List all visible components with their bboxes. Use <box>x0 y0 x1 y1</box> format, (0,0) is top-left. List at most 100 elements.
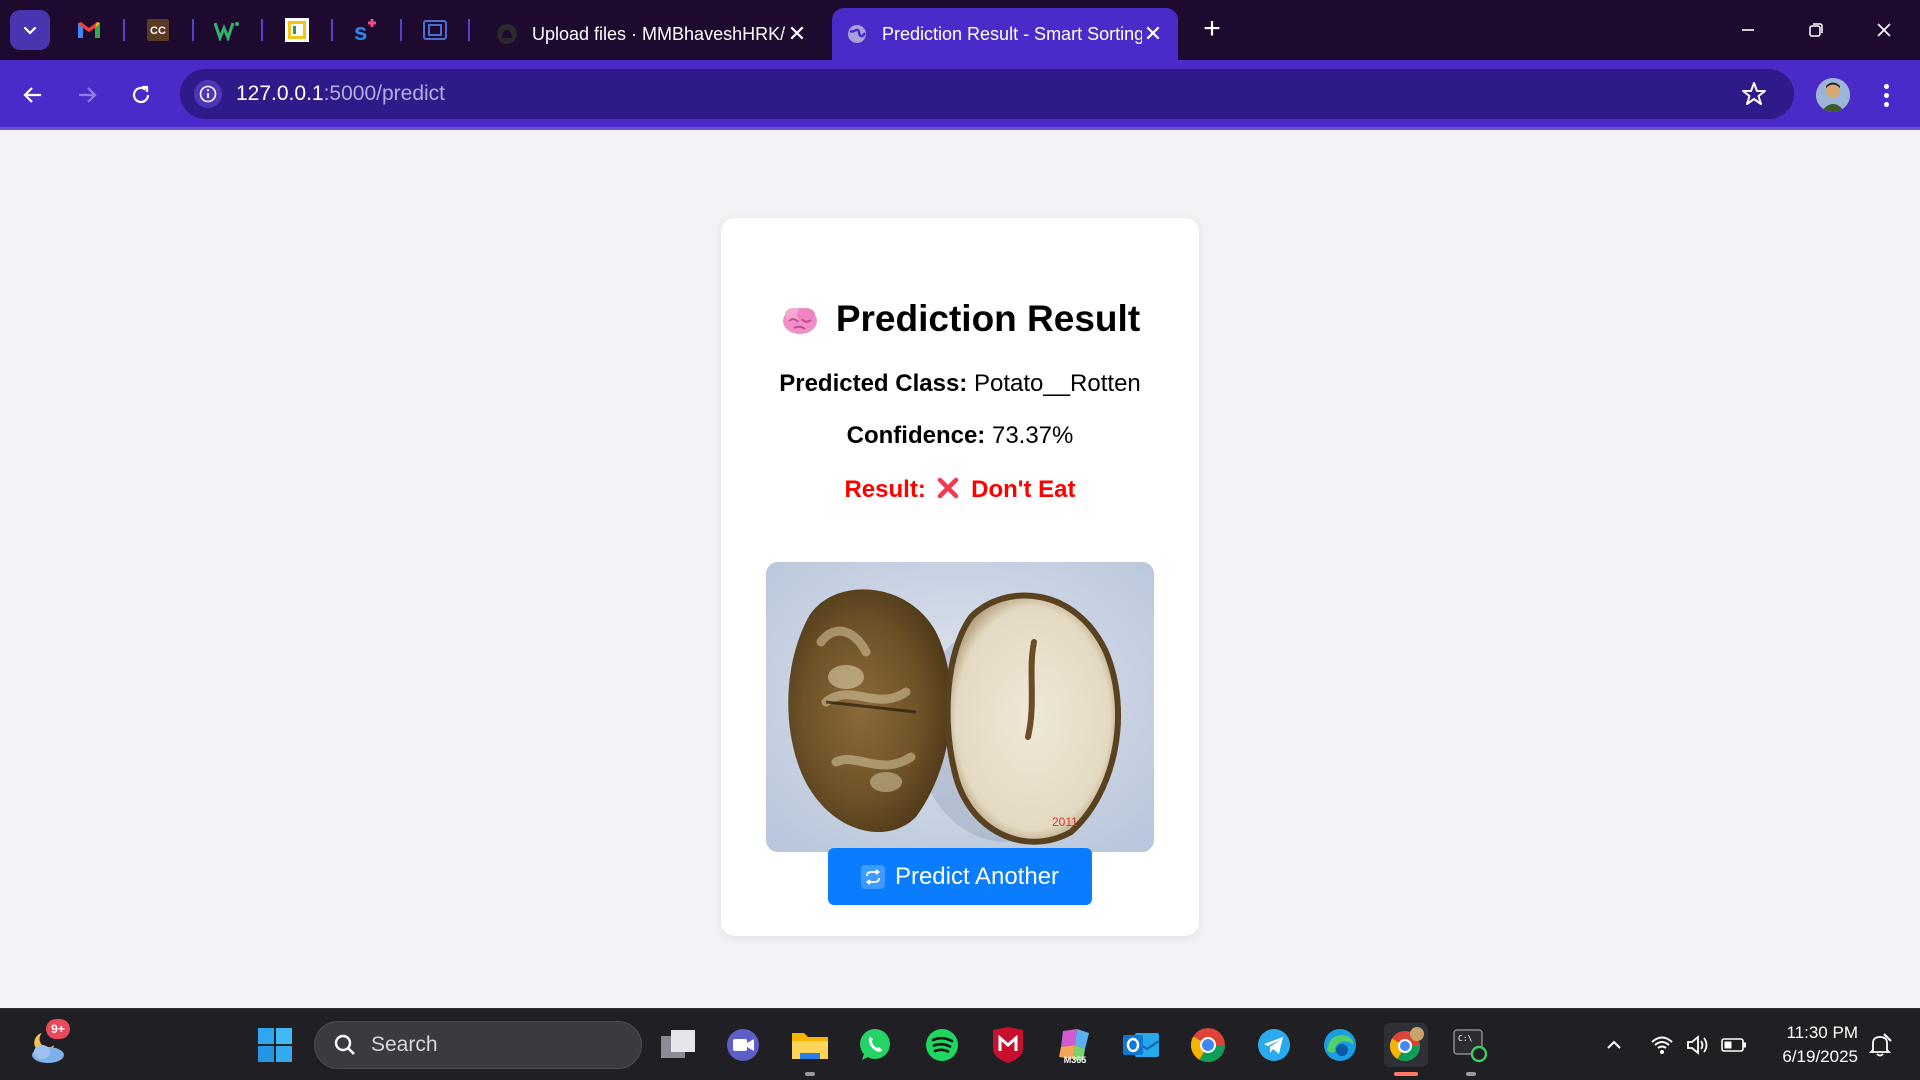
close-tab-icon[interactable]: ✕ <box>786 23 808 45</box>
pinned-tab-s-plus[interactable]: s <box>351 14 381 46</box>
pinned-tab-cc[interactable]: CC <box>143 14 173 46</box>
svg-text:C:\: C:\ <box>1458 1034 1473 1043</box>
taskbar-app-terminal[interactable]: C:\ <box>1448 1023 1492 1067</box>
taskbar-app-chrome-profile[interactable] <box>1384 1023 1428 1067</box>
running-indicator <box>1466 1072 1476 1076</box>
brain-icon <box>782 308 817 334</box>
arrow-right-icon <box>79 87 97 103</box>
taskbar-app-edge[interactable] <box>1318 1023 1362 1067</box>
close-window-button[interactable] <box>1866 14 1902 46</box>
taskbar-app-telegram[interactable] <box>1252 1023 1296 1067</box>
restore-button[interactable] <box>1798 14 1834 46</box>
taskbar-app-meet[interactable] <box>721 1023 765 1067</box>
tab-divider <box>261 19 263 41</box>
tab-title: Prediction Result - Smart Sorting <box>882 23 1142 44</box>
window-icon <box>423 20 447 40</box>
taskbar-app-spotify[interactable] <box>920 1023 964 1067</box>
photo-stamp: 2011 <box>1052 815 1078 829</box>
bookmark-star-icon[interactable] <box>1740 80 1768 108</box>
search-placeholder: Search <box>371 1033 438 1056</box>
profile-avatar[interactable] <box>1816 78 1850 112</box>
taskbar-app-file-explorer[interactable] <box>788 1023 832 1067</box>
spotify-icon <box>926 1029 958 1061</box>
predicted-class-label: Predicted Class: <box>779 370 968 397</box>
pinned-tab-gmail[interactable] <box>74 14 104 46</box>
back-button[interactable] <box>16 78 50 112</box>
result-value: Don't Eat <box>971 476 1076 503</box>
address-bar[interactable]: 127.0.0.1:5000/predict <box>180 69 1794 119</box>
taskbar-app-whatsapp[interactable] <box>853 1023 897 1067</box>
pinned-tab-w[interactable] <box>212 14 242 46</box>
site-info-icon[interactable] <box>194 80 222 108</box>
outlook-icon <box>1123 1033 1160 1057</box>
repeat-icon <box>860 864 885 889</box>
battery-status[interactable] <box>1720 1031 1748 1059</box>
tab-divider <box>123 19 125 41</box>
browser-menu-button[interactable] <box>1872 78 1900 112</box>
windows-taskbar: 9+ Search M365 C:\ 11:30 PM 6/19/2025 <box>0 1008 1920 1080</box>
active-app-indicator <box>1394 1072 1418 1076</box>
start-button[interactable] <box>253 1023 297 1067</box>
show-hidden-icons-button[interactable] <box>1600 1031 1628 1059</box>
url-host: 127.0.0.1 <box>236 82 324 105</box>
avatar-icon <box>1816 78 1850 112</box>
chevron-up-icon <box>1607 1040 1621 1049</box>
uploaded-potato-image: 2011 <box>766 562 1154 852</box>
tab-search-button[interactable] <box>10 10 50 50</box>
chevron-down-icon <box>23 26 37 35</box>
m365-icon: M365 <box>1059 1029 1089 1065</box>
restore-icon <box>1809 23 1823 37</box>
wifi-status[interactable] <box>1648 1031 1676 1059</box>
confidence-label: Confidence: <box>846 422 986 449</box>
title-text: Prediction Result <box>835 298 1141 339</box>
tab-upload-files[interactable]: Upload files · MMBhaveshHRK/ ✕ <box>482 8 822 60</box>
clock-date: 6/19/2025 <box>1782 1047 1858 1066</box>
search-icon <box>334 1034 355 1055</box>
reload-button[interactable] <box>124 78 158 112</box>
taskbar-app-outlook[interactable] <box>1119 1023 1163 1067</box>
m365-label: M365 <box>1064 1055 1087 1065</box>
chrome-icon <box>1190 1028 1225 1062</box>
predict-another-button[interactable]: Predict Another <box>828 848 1092 905</box>
reload-icon <box>132 85 150 104</box>
tab-divider <box>192 19 194 41</box>
windows-logo-icon <box>258 1028 292 1062</box>
terminal-icon: C:\ <box>1453 1029 1488 1063</box>
task-view-button[interactable] <box>656 1023 700 1067</box>
close-tab-icon[interactable]: ✕ <box>1142 23 1164 45</box>
url-path: :5000/predict <box>323 82 446 105</box>
new-tab-button[interactable]: + <box>1196 14 1228 46</box>
wifi-icon <box>1651 1036 1673 1054</box>
result-label: Result: <box>844 476 926 503</box>
predict-another-label: Predict Another <box>894 862 1060 890</box>
gmail-icon <box>78 22 100 38</box>
tab-divider <box>468 19 470 41</box>
w-icon <box>214 22 239 41</box>
predicted-class-value: Potato__Rotten <box>973 370 1141 397</box>
taskbar-app-mcafee[interactable] <box>986 1023 1030 1067</box>
forward-button[interactable] <box>70 78 104 112</box>
spreadsheet-icon <box>285 18 309 42</box>
pinned-tab-window[interactable] <box>420 14 450 46</box>
taskbar-search[interactable]: Search <box>314 1021 642 1069</box>
folder-icon <box>792 1033 828 1059</box>
system-clock[interactable]: 11:30 PM 6/19/2025 <box>1762 1021 1858 1069</box>
taskbar-app-m365[interactable]: M365 <box>1053 1023 1097 1067</box>
pinned-tab-spreadsheet[interactable] <box>282 14 312 46</box>
confidence-line: Confidence: 73.37% <box>721 422 1199 450</box>
notification-center[interactable] <box>1866 1031 1894 1059</box>
svg-text:CC: CC <box>150 25 166 37</box>
cross-mark-icon <box>938 477 959 499</box>
whatsapp-icon <box>860 1029 890 1060</box>
tab-divider <box>400 19 402 41</box>
minimize-icon <box>1742 29 1754 31</box>
volume-control[interactable] <box>1684 1031 1712 1059</box>
minimize-button[interactable] <box>1730 14 1766 46</box>
svg-text:s: s <box>354 19 367 44</box>
tab-divider <box>331 19 333 41</box>
mcafee-shield-icon <box>993 1027 1023 1063</box>
tab-prediction-result[interactable]: Prediction Result - Smart Sorting ✕ <box>832 8 1178 60</box>
chrome-profile-icon <box>1389 1027 1424 1062</box>
taskbar-app-chrome[interactable] <box>1186 1023 1230 1067</box>
edge-icon <box>1324 1029 1356 1061</box>
